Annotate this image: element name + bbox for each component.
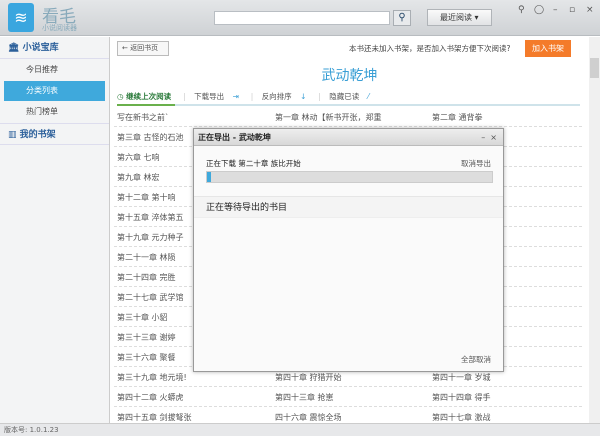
sidebar-library-header[interactable]: 🏛 小说宝库 [0, 37, 109, 59]
search-input[interactable] [214, 11, 390, 25]
chapter-link[interactable]: 第二十一章 林陨 [117, 252, 176, 263]
chapter-link[interactable]: 第六章 七响 [117, 152, 160, 163]
toolbar: ◷ 继续上次阅读 | 下载导出 ⇥ | 反向排序 ↓ | 隐藏已读 ⁄ [117, 91, 381, 102]
chapter-link[interactable]: 第三十六章 聚餐 [117, 352, 176, 363]
library-label: 小说宝库 [22, 43, 59, 53]
reverse-label: 反向排序 [261, 92, 292, 101]
recent-label: 最近阅读 [440, 13, 472, 22]
chapter-link[interactable]: 第九章 林宏 [117, 172, 160, 183]
search-icon: ⚲ [398, 12, 406, 23]
back-button[interactable]: ← 返回书页 [117, 41, 169, 56]
chapter-link[interactable]: 第十二章 第十响 [117, 192, 176, 203]
chapter-link[interactable]: 第二章 通背拳 [432, 112, 483, 123]
arrow-down-icon: ↓ [300, 92, 307, 101]
recent-reading-dropdown[interactable]: 最近阅读 ▾ [427, 9, 492, 26]
maximize-button[interactable]: ▫ [569, 5, 575, 15]
close-button[interactable]: × [586, 5, 594, 15]
library-icon: 🏛 [8, 43, 20, 53]
dialog-minimize-button[interactable]: – [481, 133, 485, 142]
scrollbar[interactable] [589, 37, 600, 423]
reverse-sort-button[interactable]: 反向排序 ↓ [262, 92, 313, 101]
export-dialog: 正在导出 - 武动乾坤 – × 正在下载 第二十章 族比开始 取消导出 正在等待导… [193, 128, 504, 372]
sidebar-shelf-header[interactable]: ▥ 我的书架 [0, 123, 109, 145]
chapter-link[interactable]: 第三十三章 谢婷 [117, 332, 176, 343]
chapter-link[interactable]: 第四十五章 剑拔弩张 [117, 412, 192, 423]
book-title: 武动乾坤 [321, 68, 378, 84]
chapter-link[interactable]: 第十五章 淬体第五 [117, 212, 184, 223]
continue-reading-button[interactable]: ◷ 继续上次阅读 [117, 92, 177, 101]
minimize-button[interactable]: – [553, 5, 558, 15]
chapter-link[interactable]: 第三十九章 地元境! [117, 372, 187, 383]
title-bar: ≋ 看毛 小说阅读器 ⚲ 最近阅读 ▾ ⚲ ◯ – ▫ × [0, 0, 600, 36]
scrollbar-thumb[interactable] [590, 58, 599, 78]
shelf-icon: ▥ [8, 130, 17, 140]
chapter-link[interactable]: 第十九章 元力种子 [117, 232, 184, 243]
wand-icon: ⁄ [367, 92, 369, 101]
sidebar: 🏛 小说宝库 今日推荐 分类列表 热门榜单 ▥ 我的书架 [0, 37, 110, 423]
download-label: 下载导出 [194, 92, 225, 101]
chapter-link[interactable]: 第四十三章 抢崽 [275, 392, 334, 403]
sidebar-item-hot[interactable]: 热门榜单 [4, 102, 105, 122]
cancel-export-link[interactable]: 取消导出 [461, 158, 491, 169]
dialog-close-button[interactable]: × [490, 133, 497, 142]
chapter-link[interactable]: 第一章 林动【新书开张，郑重 [275, 112, 382, 123]
chapter-link[interactable]: 四十六章 震惊全场 [275, 412, 342, 423]
chapter-link[interactable]: 第四十四章 得手 [432, 392, 491, 403]
chapter-link[interactable]: 第四十七章 激战 [432, 412, 491, 423]
chapter-link[interactable]: 第三十章 小貂 [117, 312, 168, 323]
back-label: 返回书页 [130, 44, 159, 52]
feedback-icon[interactable]: ◯ [534, 5, 544, 15]
sidebar-item-today[interactable]: 今日推荐 [4, 60, 105, 80]
continue-label: 继续上次阅读 [126, 92, 172, 101]
chapter-link[interactable]: 第四十章 狩猎开始 [275, 372, 342, 383]
waiting-header: 正在等待导出的书目 [194, 196, 503, 218]
chapter-row: 第四十二章 火蟒虎 第四十三章 抢崽 第四十四章 得手 [114, 387, 582, 407]
export-icon: ⇥ [232, 92, 239, 101]
export-progress-bar [206, 171, 493, 183]
shelf-label: 我的书架 [19, 130, 56, 140]
hide-read-button[interactable]: 隐藏已读 ⁄ [329, 92, 375, 101]
chapter-link[interactable]: 第四十一章 岁城 [432, 372, 491, 383]
dialog-title-bar: 正在导出 - 武动乾坤 – × [194, 129, 503, 146]
download-export-button[interactable]: 下载导出 ⇥ [194, 92, 245, 101]
sidebar-item-categories[interactable]: 分类列表 [4, 81, 105, 101]
version-label: 版本号: 1.0.1.23 [0, 423, 600, 436]
cancel-all-link[interactable]: 全部取消 [461, 354, 491, 365]
chapter-link[interactable]: 写在新书之前` [117, 112, 169, 123]
chapter-link[interactable]: 第二十四章 完胜 [117, 272, 176, 283]
add-to-shelf-button[interactable]: 加入书架 [525, 40, 571, 57]
chapter-link[interactable]: 第二十七章 武学馆 [117, 292, 184, 303]
read-progress-line [117, 104, 580, 106]
chapter-row: 写在新书之前` 第一章 林动【新书开张，郑重 第二章 通背拳 [114, 107, 582, 127]
brand-subtitle: 小说阅读器 [42, 24, 77, 32]
shelf-notice: 本书还未加入书架，是否加入书架方便下次阅读? [349, 44, 511, 53]
download-status: 正在下载 第二十章 族比开始 [206, 159, 301, 168]
logo-icon: ≋ [8, 3, 34, 32]
hide-label: 隐藏已读 [329, 92, 360, 101]
dialog-title: 正在导出 - 武动乾坤 [198, 133, 271, 142]
pin-icon[interactable]: ⚲ [518, 5, 525, 15]
search-button[interactable]: ⚲ [393, 10, 411, 26]
chapter-link[interactable]: 第四十二章 火蟒虎 [117, 392, 184, 403]
chapter-link[interactable]: 第三章 古怪的石池 [117, 132, 184, 143]
